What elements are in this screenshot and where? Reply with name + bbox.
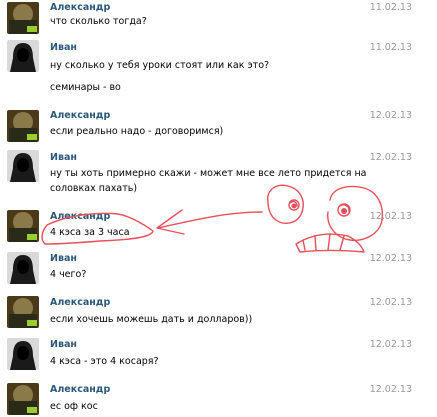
message-text: 4 кэса - это 4 косаря? <box>50 356 159 367</box>
ivan-avatar[interactable] <box>7 40 39 72</box>
sender-name[interactable]: Александр <box>50 2 110 13</box>
sender-name[interactable]: Александр <box>50 110 110 121</box>
message-date: 11.02.13 <box>369 42 412 53</box>
message-date: 12.02.13 <box>369 211 412 222</box>
message-text: соловках пахать) <box>50 183 138 194</box>
message-text: семинары - во <box>50 82 121 93</box>
alexander-avatar[interactable] <box>7 2 39 34</box>
sender-name[interactable]: Александр <box>50 297 110 308</box>
message-date: 12.02.13 <box>369 297 412 308</box>
message-text: ес оф кос <box>50 401 98 412</box>
message-date: 12.02.13 <box>369 152 412 163</box>
sender-name[interactable]: Александр <box>50 384 110 395</box>
ivan-avatar[interactable] <box>7 252 39 284</box>
sender-name[interactable]: Александр <box>50 211 110 222</box>
sender-name[interactable]: Иван <box>50 42 77 53</box>
alexander-avatar[interactable] <box>7 110 39 142</box>
message-text: 4 кэса за 3 часа <box>50 227 130 238</box>
message-date: 12.02.13 <box>369 110 412 121</box>
message-text: что сколько тогда? <box>50 16 147 27</box>
message-date: 12.02.13 <box>369 253 412 264</box>
alexander-avatar[interactable] <box>7 210 39 242</box>
message-text: если реально надо - договоримся) <box>50 126 224 137</box>
sender-name[interactable]: Иван <box>50 152 77 163</box>
sender-name[interactable]: Иван <box>50 253 77 264</box>
message-date: 12.02.13 <box>369 384 412 395</box>
message-text: 4 чего? <box>50 269 87 280</box>
ivan-avatar[interactable] <box>7 338 39 370</box>
message-date: 12.02.13 <box>369 339 412 350</box>
message-text: если хочешь можешь дать и долларов)) <box>50 314 253 325</box>
alexander-avatar[interactable] <box>7 296 39 328</box>
ivan-avatar[interactable] <box>7 150 39 182</box>
alexander-avatar[interactable] <box>7 383 39 415</box>
message-text: ну сколько у тебя уроки стоят или как эт… <box>50 60 270 71</box>
message-text: ну ты хоть примерно скажи - может мне вс… <box>50 168 367 179</box>
sender-name[interactable]: Иван <box>50 339 77 350</box>
message-date: 11.02.13 <box>369 2 412 13</box>
